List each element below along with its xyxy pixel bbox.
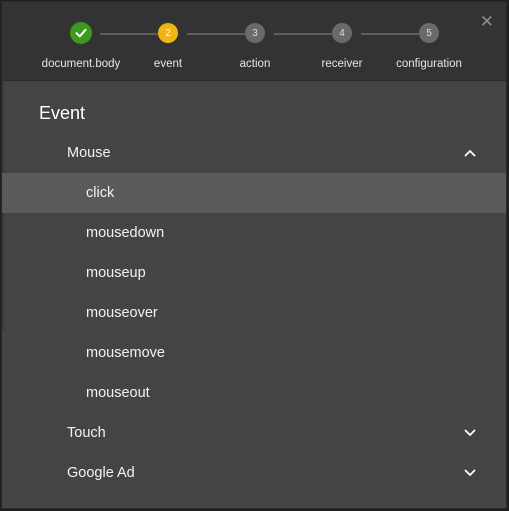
chevron-down-icon[interactable] bbox=[464, 467, 476, 479]
close-icon[interactable]: ✕ bbox=[480, 13, 494, 30]
event-item-label: mouseup bbox=[86, 265, 146, 281]
stepper: document.body 2 event 3 action 4 receive… bbox=[2, 2, 506, 81]
chevron-up-icon[interactable] bbox=[464, 147, 476, 159]
section-title: Event bbox=[39, 103, 86, 123]
step-connector bbox=[187, 33, 245, 35]
group-label: Mouse bbox=[67, 145, 111, 161]
event-item-label: mouseout bbox=[86, 385, 150, 401]
event-list-panel: Event Mouse click mousedown mouseup mous… bbox=[2, 81, 506, 508]
event-picker-dialog: document.body 2 event 3 action 4 receive… bbox=[1, 1, 507, 509]
event-item-label: mouseover bbox=[86, 305, 158, 321]
step-4-circle[interactable]: 4 bbox=[332, 23, 352, 43]
step-1-circle[interactable] bbox=[70, 22, 92, 44]
event-item-label: mousemove bbox=[86, 345, 165, 361]
event-item-label: mousedown bbox=[86, 225, 165, 241]
event-item-mousemove[interactable]: mousemove bbox=[2, 333, 506, 373]
chevron-down-icon[interactable] bbox=[464, 427, 476, 439]
event-item-mousedown[interactable]: mousedown bbox=[2, 213, 506, 253]
step-5-label: configuration bbox=[396, 58, 462, 70]
step-3-circle[interactable]: 3 bbox=[245, 23, 265, 43]
group-google-ad[interactable]: Google Ad bbox=[2, 453, 506, 493]
group-mouse[interactable]: Mouse bbox=[2, 133, 506, 173]
group-label: Google Ad bbox=[67, 465, 135, 481]
check-icon bbox=[75, 28, 87, 38]
group-touch[interactable]: Touch bbox=[2, 413, 506, 453]
event-item-mouseout[interactable]: mouseout bbox=[2, 373, 506, 413]
step-connector bbox=[274, 33, 332, 35]
event-item-mouseover[interactable]: mouseover bbox=[2, 293, 506, 333]
step-connector bbox=[100, 33, 158, 35]
step-2-circle[interactable]: 2 bbox=[158, 23, 178, 43]
event-item-mouseup[interactable]: mouseup bbox=[2, 253, 506, 293]
event-item-label: click bbox=[86, 185, 115, 201]
step-5-circle[interactable]: 5 bbox=[419, 23, 439, 43]
event-item-click[interactable]: click bbox=[2, 173, 506, 213]
step-connector bbox=[361, 33, 419, 35]
group-label: Touch bbox=[67, 425, 106, 441]
